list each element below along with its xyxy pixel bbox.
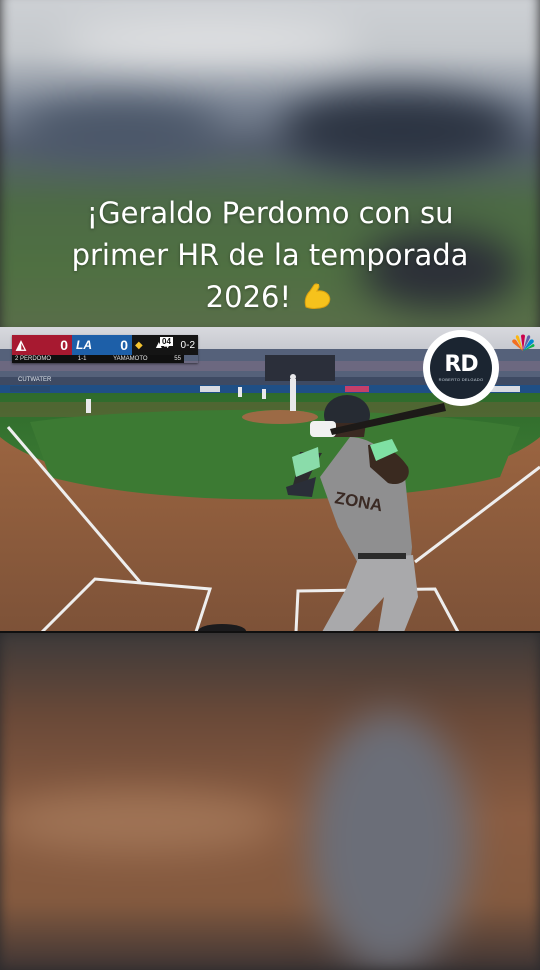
pitch-count: 04 xyxy=(162,337,171,346)
flexed-biceps-icon xyxy=(305,283,331,309)
rd-logo-letters: RD xyxy=(444,352,478,377)
matchup-strip: 2 PERDOMO 1-1 YAMAMOTO 55 xyxy=(12,355,184,363)
pitcher-stat: 55 xyxy=(174,356,181,362)
batter-stat: 1-1 xyxy=(77,356,87,362)
away-team-score: ◭ 0 xyxy=(12,335,72,355)
caption-line-2: primer HR de la temporada xyxy=(71,238,469,272)
video-caption: ¡Geraldo Perdomo con su primer HR de la … xyxy=(0,192,540,318)
rd-logo-inner: RD ROBERTO DELGADO xyxy=(430,337,492,399)
video-bottom-edge xyxy=(0,631,540,633)
rd-logo-subtitle: ROBERTO DELGADO xyxy=(438,377,484,382)
pitch-count-badge: 04 xyxy=(160,337,173,346)
diamondbacks-logo-icon: ◭ xyxy=(16,337,26,352)
signage-text: CUTWATER xyxy=(18,377,52,383)
rd-logo-icon: RD ROBERTO DELGADO xyxy=(423,330,499,406)
bases-diamond-icon: ◆ xyxy=(135,339,143,351)
dodgers-logo-icon: LA xyxy=(76,338,92,352)
away-score: 0 xyxy=(60,337,68,353)
caption-line-1: ¡Geraldo Perdomo con su xyxy=(86,196,454,230)
caption-line-3: 2026! xyxy=(0,276,540,318)
home-score: 0 xyxy=(120,337,128,353)
batter-label: 2 PERDOMO xyxy=(15,356,52,362)
home-team-score: LA 0 xyxy=(72,335,132,355)
caption-year: 2026! xyxy=(205,280,292,314)
blurred-background-bottom xyxy=(0,632,540,970)
count: 0-2 xyxy=(180,339,195,351)
pitcher-label: YAMAMOTO xyxy=(113,356,148,362)
scorebug: ◭ 0 LA 0 ◆ ▲4 0-2 04 2 PERDOMO 1-1 YAMAM… xyxy=(12,335,198,363)
nbc-peacock-icon xyxy=(512,334,535,351)
